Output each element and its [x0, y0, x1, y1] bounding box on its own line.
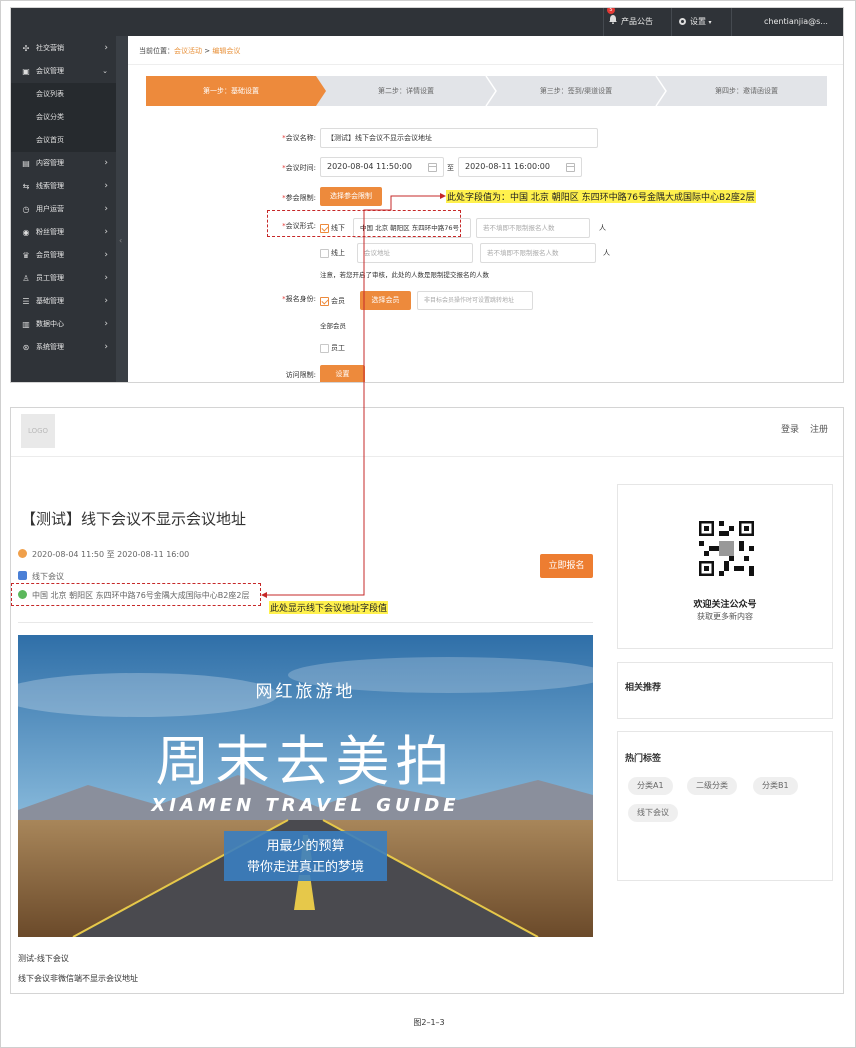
front-annotation-note: 此处显示线下会议地址字段值 [269, 601, 389, 614]
figure-caption: 图2–1–3 [413, 1018, 445, 1027]
document-page: 5 产品公告 设置 ▾ chentianjia@s... ◂ ✣ 社交营销 › … [0, 0, 856, 1048]
admin-annotation-note: 此处字段值为：中国 北京 朝阳区 东四环中路76号金隅大成国际中心B2座2层 [446, 190, 756, 203]
annotation-connector [261, 193, 446, 598]
